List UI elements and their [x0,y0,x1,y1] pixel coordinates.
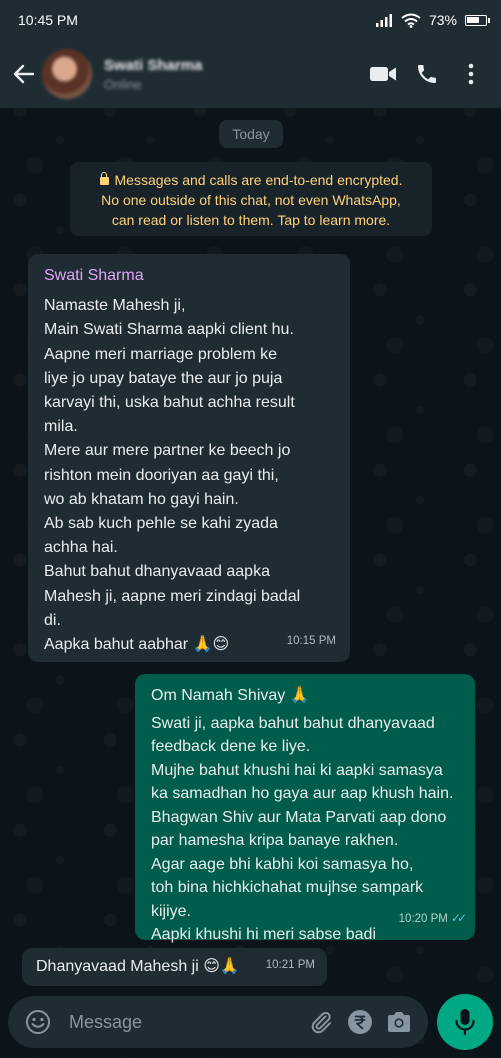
message-time: 10:15 PM [286,634,336,647]
contact-avatar[interactable] [42,49,92,99]
message-line: Mere aur mere partner ke beech jo [44,442,291,460]
message-line: karvayi thi, uska bahut achha result [44,394,295,412]
message-time: 10:21 PM [265,958,315,971]
voice-call-button[interactable] [407,54,447,94]
message-line: par hamesha kripa banaye rakhen. [151,832,399,849]
battery-percent: 73% [428,12,457,28]
emoji-icon [25,1010,50,1034]
attach-button[interactable] [301,1002,340,1042]
voice-message-button[interactable] [437,994,493,1050]
video-call-button[interactable] [363,54,403,94]
message-line: Mujhe bahut khushi hai ki aapki samasya [151,761,443,779]
encryption-line: can read or listen to them. Tap to learn… [111,212,391,228]
message-line: rishton mein dooriyan aa gayi thi, [44,466,279,484]
message-time: 10:20 PM ✓✓ [398,910,467,925]
battery-level [467,16,479,23]
message-line: wo ab khatam ho gayi hain. [44,490,239,508]
message-composer [8,996,428,1048]
paperclip-icon [311,1011,331,1034]
message-bubble-incoming[interactable]: Swati Sharma Namaste Mahesh ji, Main Swa… [28,254,350,662]
contact-name: Swati Sharma [104,56,203,74]
video-camera-icon [370,67,396,81]
message-line: Swati ji, aapka bahut bahut dhanyavaad [151,714,435,732]
message-line: achha hai. [44,539,118,557]
encryption-notice[interactable]: Messages and calls are end-to-end encryp… [70,162,432,236]
encryption-line: No one outside of this chat, not even Wh… [101,192,401,208]
message-line: Agar aage bhi kabhi koi samasya ho, [151,855,414,873]
rupee-icon [347,1010,372,1034]
message-bubble-outgoing[interactable]: Om Namah Shivay 🙏 Swati ji, aapka bahut … [135,674,475,967]
encryption-line: Messages and calls are end-to-end encryp… [80,170,422,190]
camera-button[interactable] [379,1002,418,1042]
message-line: Bahut bahut dhanyavaad aapka [44,563,270,581]
more-options-button[interactable] [451,54,491,94]
status-icons: 73% [375,12,490,28]
message-line: feedback dene ke liye. [151,738,311,755]
signal-icon [375,14,392,27]
payment-button[interactable] [340,1002,379,1042]
camera-icon [387,1012,410,1032]
date-chip: Today [219,120,283,148]
battery-icon [465,14,490,26]
message-input[interactable] [69,1011,301,1033]
back-button[interactable] [10,60,38,88]
read-ticks-icon: ✓✓ [450,910,467,925]
message-line: Aapne meri marriage problem ke [44,345,277,363]
phone-icon [418,65,436,83]
microphone-icon [455,1009,475,1036]
message-line: Main Swati Sharma aapki client hu. [44,321,294,339]
message-line: Bhagwan Shiv aur Mata Parvati aap dono [151,808,447,826]
message-line: ka samadhan ho gaya aur aap khush hain. [151,785,454,802]
status-time: 10:45 PM [18,12,78,28]
message-line: Ab sab kuch pehle se kahi zyada [44,515,278,533]
arrow-left-icon [13,64,35,84]
sender-name: Swati Sharma [44,267,144,284]
message-line: Om Namah Shivay 🙏 [151,687,310,704]
more-vertical-icon [468,63,474,85]
wifi-icon [401,13,421,28]
message-line: Namaste Mahesh ji, [44,297,186,315]
emoji-button[interactable] [18,1002,57,1042]
status-bar: 10:45 PM 73% [0,0,501,40]
message-line: mila. [44,418,78,436]
message-line: Mahesh ji, aapne meri zindagi badal [44,587,301,605]
message-line: toh bina hichkichahat mujhse sampark [151,879,424,896]
lock-icon [99,172,109,185]
contact-info[interactable]: Swati Sharma Online [104,57,359,92]
message-line: liye jo upay bataye the aur jo puja [44,369,283,387]
chat-header: Swati Sharma Online [0,40,501,108]
message-bubble-incoming[interactable]: Dhanyavaad Mahesh ji 😊🙏 10:21 PM [22,948,327,986]
contact-status: Online [104,76,142,92]
